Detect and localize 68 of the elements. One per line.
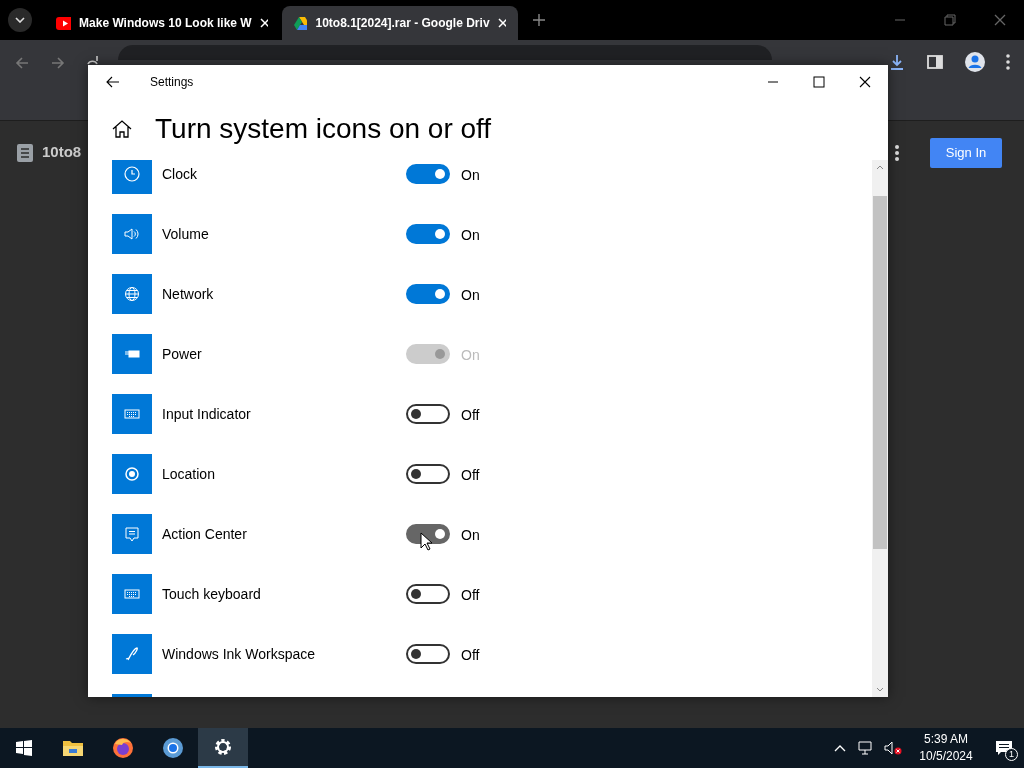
close-icon[interactable] bbox=[859, 75, 871, 88]
window-title: Settings bbox=[150, 73, 194, 91]
muted-speaker-icon[interactable] bbox=[884, 741, 902, 755]
more-icon[interactable] bbox=[894, 144, 900, 162]
toggle-switch[interactable] bbox=[406, 284, 450, 304]
toggle-switch[interactable] bbox=[406, 224, 450, 244]
toggle-switch[interactable] bbox=[406, 464, 450, 484]
fox-globe-icon bbox=[111, 736, 135, 760]
forward-icon[interactable] bbox=[50, 55, 66, 71]
setting-label: Clock bbox=[162, 164, 198, 184]
globe-icon bbox=[122, 284, 142, 304]
windows-logo-icon bbox=[16, 740, 32, 756]
menu-icon[interactable] bbox=[1006, 54, 1010, 70]
scrollbar[interactable] bbox=[872, 160, 888, 697]
setting-label: Windows Ink Workspace bbox=[162, 644, 316, 664]
profile-icon[interactable] bbox=[964, 51, 986, 73]
toggle-state: On bbox=[461, 345, 480, 365]
setting-label: Network bbox=[162, 284, 215, 304]
clock-time[interactable]: 5:39 AM bbox=[924, 731, 968, 748]
browser-circle-icon bbox=[161, 736, 185, 760]
toggle-state: Off bbox=[461, 465, 480, 485]
clock-icon bbox=[122, 164, 142, 184]
target-icon bbox=[122, 464, 142, 484]
tab-title: Make Windows 10 Look like W bbox=[79, 15, 252, 32]
archive-icon bbox=[16, 143, 34, 163]
sign-in-button[interactable]: Sign In bbox=[930, 138, 1002, 168]
notification-button[interactable]: 1 bbox=[984, 728, 1024, 768]
toggle-switch[interactable] bbox=[406, 584, 450, 604]
setting-label: Volume bbox=[162, 224, 210, 244]
taskbar-app[interactable] bbox=[198, 728, 248, 768]
toggle-switch[interactable] bbox=[406, 164, 450, 184]
maximize-icon[interactable] bbox=[813, 75, 825, 88]
notification-badge: 1 bbox=[1005, 748, 1018, 761]
browser-tab[interactable]: 10to8.1[2024].rar - Google Driv bbox=[282, 6, 518, 40]
reload-icon[interactable] bbox=[86, 55, 98, 65]
toggle-state: On bbox=[461, 225, 480, 245]
toggle-state: On bbox=[461, 525, 480, 545]
tab-search-button[interactable] bbox=[8, 8, 32, 32]
toggle-switch[interactable] bbox=[406, 644, 450, 664]
page-title: Turn system icons on or off bbox=[155, 112, 492, 146]
home-icon[interactable] bbox=[112, 120, 132, 138]
new-tab-icon[interactable] bbox=[532, 13, 546, 27]
scroll-up-icon[interactable] bbox=[876, 165, 884, 170]
play-logo-icon bbox=[56, 16, 72, 30]
scrollbar-thumb[interactable] bbox=[873, 196, 887, 549]
back-icon[interactable] bbox=[106, 75, 120, 88]
setting-label: Power bbox=[162, 344, 203, 364]
scroll-down-icon[interactable] bbox=[876, 687, 884, 692]
chevron-up-icon[interactable] bbox=[834, 744, 846, 752]
download-icon[interactable] bbox=[888, 53, 906, 71]
setting-label: Touch keyboard bbox=[162, 584, 262, 604]
toggle-state: Off bbox=[461, 585, 480, 605]
side-panel-icon[interactable] bbox=[926, 53, 944, 71]
toggle-switch[interactable] bbox=[406, 404, 450, 424]
triangle-logo-icon bbox=[294, 16, 308, 30]
tab-title: 10to8.1[2024].rar - Google Driv bbox=[315, 15, 490, 32]
setting-label: Location bbox=[162, 464, 216, 484]
caret-icon bbox=[15, 17, 25, 23]
network-icon[interactable] bbox=[858, 741, 874, 755]
toggle-state: Off bbox=[461, 405, 480, 425]
toggle-state: Off bbox=[461, 645, 480, 665]
toggle-state: On bbox=[461, 285, 480, 305]
message-icon bbox=[122, 524, 142, 544]
file-name: 10to8 bbox=[42, 142, 82, 162]
setting-label: Action Center bbox=[162, 524, 248, 544]
setting-label: Input Indicator bbox=[162, 404, 252, 424]
clock-date[interactable]: 10/5/2024 bbox=[919, 748, 973, 765]
toggle-state: On bbox=[461, 165, 480, 185]
